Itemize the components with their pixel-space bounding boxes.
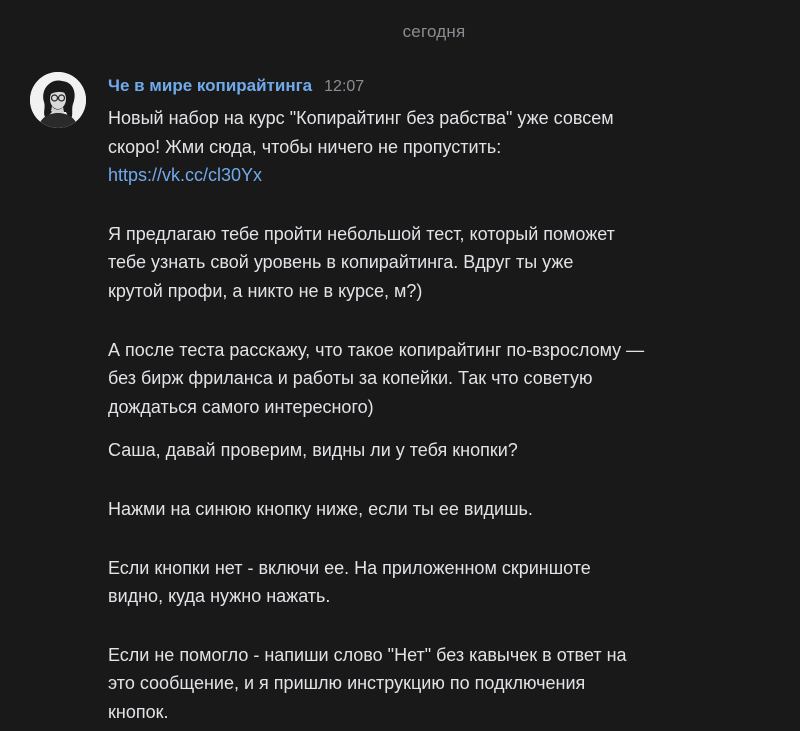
author-name[interactable]: Че в мире копирайтинга	[108, 76, 312, 96]
paragraph: Если кнопки нет - включи ее. На приложен…	[108, 554, 788, 611]
message-text: Новый набор на курс "Копирайтинг без раб…	[108, 104, 788, 727]
message-header: Че в мире копирайтинга 12:07	[108, 76, 364, 98]
paragraph: Новый набор на курс "Копирайтинг без раб…	[108, 104, 788, 190]
avatar[interactable]	[30, 72, 86, 128]
text-line: А после теста расскажу, что такое копира…	[108, 339, 645, 360]
paragraph: Я предлагаю тебе пройти небольшой тест, …	[108, 220, 788, 306]
paragraph: Если не помогло - напиши слово "Нет" без…	[108, 641, 788, 727]
paragraph: А после теста расскажу, что такое копира…	[108, 336, 788, 422]
text-line: кнопок.	[108, 701, 169, 722]
text-line: Я предлагаю тебе пройти небольшой тест, …	[108, 223, 615, 244]
text-line: тебе узнать свой уровень в копирайтинга.…	[108, 252, 574, 273]
course-link[interactable]: https://vk.cc/cl30Yx	[108, 165, 262, 185]
date-divider: сегодня	[402, 22, 466, 41]
text-line: дождаться самого интересного)	[108, 396, 374, 417]
text-line: это сообщение, и я пришлю инструкцию по …	[108, 673, 586, 694]
text-line: крутой профи, а никто не в курсе, м?)	[108, 280, 423, 301]
paragraph: Нажми на синюю кнопку ниже, если ты ее в…	[108, 495, 788, 524]
text-line: Если кнопки нет - включи ее. На приложен…	[108, 557, 591, 578]
message-time[interactable]: 12:07	[324, 78, 364, 96]
text-line: без бирж фриланса и работы за копейки. Т…	[108, 368, 593, 389]
text-line: Нажми на синюю кнопку ниже, если ты ее в…	[108, 498, 533, 519]
text-line: Если не помогло - напиши слово "Нет" без…	[108, 644, 627, 665]
author-portrait-icon	[30, 72, 86, 128]
text-line: скоро! Жми сюда, чтобы ничего не пропуст…	[108, 136, 502, 157]
paragraph: Саша, давай проверим, видны ли у тебя кн…	[108, 436, 788, 465]
text-line: Саша, давай проверим, видны ли у тебя кн…	[108, 440, 518, 461]
text-line: Новый набор на курс "Копирайтинг без раб…	[108, 108, 614, 128]
text-line: видно, куда нужно нажать.	[108, 586, 331, 607]
